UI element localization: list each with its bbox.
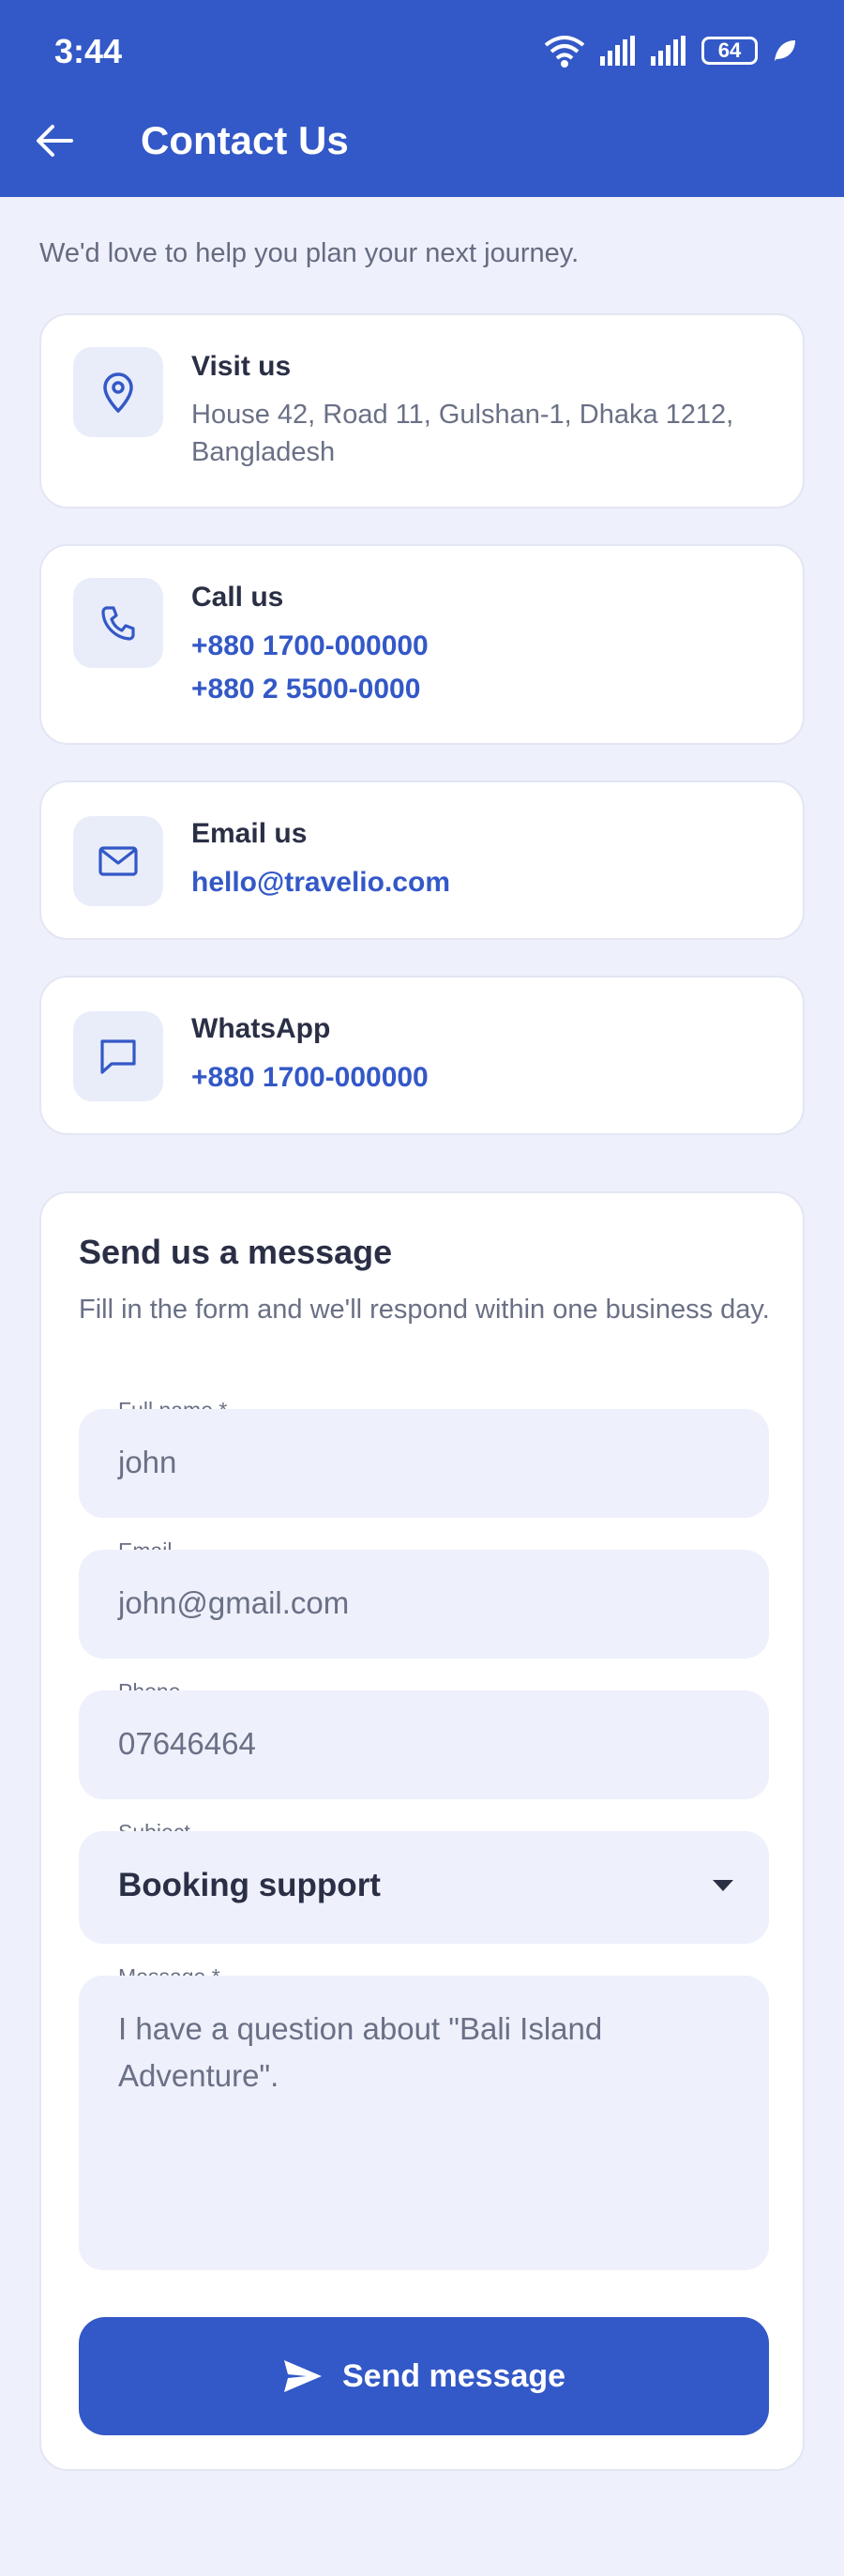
wifi-icon xyxy=(544,36,585,68)
send-button-label: Send message xyxy=(341,2357,566,2394)
battery-icon: 64 xyxy=(701,37,758,65)
whatsapp-card[interactable]: WhatsApp +880 1700-000000 xyxy=(39,976,805,1135)
phone-link-2[interactable]: +880 2 5500-0000 xyxy=(191,674,420,705)
icon-box xyxy=(73,816,163,906)
send-message-button[interactable]: Send message xyxy=(79,2317,769,2435)
signal-icon-2 xyxy=(651,36,686,66)
email-link[interactable]: hello@travelio.com xyxy=(191,867,450,899)
chat-icon xyxy=(100,1039,136,1074)
call-title: Call us xyxy=(191,582,284,613)
phone-field[interactable]: 07646464 xyxy=(79,1690,769,1799)
visit-address: House 42, Road 11, Gulshan-1, Dhaka 1212… xyxy=(191,400,734,467)
icon-box xyxy=(73,347,163,437)
visit-title: Visit us xyxy=(191,351,292,382)
full-name-field[interactable]: john xyxy=(79,1409,769,1518)
location-pin-icon xyxy=(103,372,133,413)
intro-text: We'd love to help you plan your next jou… xyxy=(39,238,580,268)
form-subtitle: Fill in the form and we'll respond withi… xyxy=(79,1295,770,1325)
status-bar: 3:44 64 xyxy=(0,0,844,103)
phone-icon xyxy=(101,606,135,641)
phone-link-1[interactable]: +880 1700-000000 xyxy=(191,630,429,662)
signal-icon xyxy=(600,36,635,66)
icon-box xyxy=(73,1011,163,1101)
email-value: john@gmail.com xyxy=(118,1585,350,1620)
message-field[interactable]: I have a question about "Bali Island Adv… xyxy=(79,1976,769,2270)
form-title: Send us a message xyxy=(79,1233,393,1271)
back-button[interactable] xyxy=(32,118,77,163)
email-card[interactable]: Email us hello@travelio.com xyxy=(39,780,805,940)
phone-value: 07646464 xyxy=(118,1726,256,1761)
dropdown-caret-icon xyxy=(713,1880,733,1891)
status-time: 3:44 xyxy=(54,32,123,70)
send-icon xyxy=(283,2360,322,2392)
subject-value: Booking support xyxy=(118,1867,381,1903)
mail-icon xyxy=(98,846,138,876)
email-field[interactable]: john@gmail.com xyxy=(79,1550,769,1659)
visit-card[interactable]: Visit us House 42, Road 11, Gulshan-1, D… xyxy=(39,313,805,508)
whatsapp-link[interactable]: +880 1700-000000 xyxy=(191,1062,429,1094)
subject-select[interactable]: Booking support xyxy=(79,1831,769,1944)
page-title: Contact Us xyxy=(141,118,349,162)
message-form: Send us a message Fill in the form and w… xyxy=(39,1191,805,2471)
arrow-left-icon xyxy=(37,125,73,157)
full-name-value: john xyxy=(118,1445,177,1479)
app-bar: 3:44 64 Contact Us xyxy=(0,0,844,197)
whatsapp-title: WhatsApp xyxy=(191,1013,331,1044)
email-title: Email us xyxy=(191,818,308,849)
call-card[interactable]: Call us +880 1700-000000 +880 2 5500-000… xyxy=(39,544,805,745)
message-value: I have a question about "Bali Island Adv… xyxy=(118,2011,603,2093)
leaf-icon xyxy=(775,40,795,61)
status-icons: 64 xyxy=(544,34,797,68)
icon-box xyxy=(73,578,163,668)
